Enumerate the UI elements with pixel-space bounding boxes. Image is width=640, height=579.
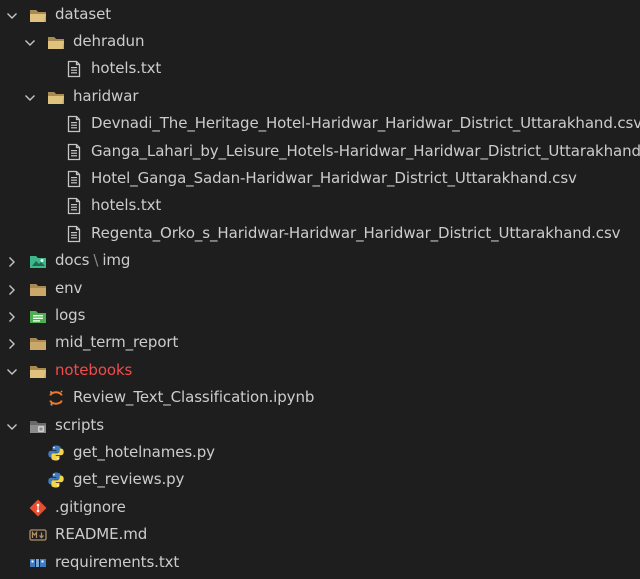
tree-folder-row[interactable]: haridwar bbox=[0, 83, 640, 110]
tree-item-label: Ganga_Lahari_by_Leisure_Hotels-Haridwar_… bbox=[91, 141, 640, 162]
tree-file-row[interactable]: hotels.txt bbox=[0, 55, 640, 82]
tree-folder-row[interactable]: dataset bbox=[0, 1, 640, 28]
tree-item-name: dataset bbox=[55, 4, 112, 23]
tree-file-row[interactable]: .gitignore bbox=[0, 494, 640, 521]
git-icon bbox=[29, 499, 47, 517]
tree-item-label: Regenta_Orko_s_Haridwar-Haridwar_Haridwa… bbox=[91, 223, 621, 244]
tree-folder-row[interactable]: env bbox=[0, 275, 640, 302]
tree-folder-row[interactable]: notebooks bbox=[0, 357, 640, 384]
tree-item-name: get_reviews.py bbox=[73, 470, 185, 489]
tree-item-name: get_hotelnames.py bbox=[73, 442, 215, 461]
tree-item-name-suffix: img bbox=[102, 251, 131, 270]
text-file-icon bbox=[65, 225, 83, 243]
folder-open-icon bbox=[29, 6, 47, 24]
folder-icon bbox=[29, 280, 47, 298]
folder-open-icon bbox=[47, 33, 65, 51]
text-file-icon bbox=[65, 115, 83, 133]
tree-folder-row[interactable]: scripts bbox=[0, 412, 640, 439]
tree-item-label: notebooks bbox=[55, 360, 132, 381]
tree-item-label: .gitignore bbox=[55, 497, 126, 518]
tree-item-name: scripts bbox=[55, 415, 104, 434]
tree-item-name: .gitignore bbox=[55, 497, 126, 516]
tree-item-name: hotels.txt bbox=[91, 196, 162, 215]
tree-item-name: README.md bbox=[55, 525, 148, 544]
tree-file-row[interactable]: README.md bbox=[0, 521, 640, 548]
folder-open-icon bbox=[47, 88, 65, 106]
jupyter-notebook-icon bbox=[47, 389, 65, 407]
tree-item-name: Regenta_Orko_s_Haridwar-Haridwar_Haridwa… bbox=[91, 223, 621, 242]
tree-item-name: Devnadi_The_Heritage_Hotel-Haridwar_Hari… bbox=[91, 114, 640, 133]
tree-file-row[interactable]: Regenta_Orko_s_Haridwar-Haridwar_Haridwa… bbox=[0, 220, 640, 247]
tree-item-label: mid_term_report bbox=[55, 332, 178, 353]
python-file-icon bbox=[47, 471, 65, 489]
chevron-right-icon[interactable] bbox=[6, 254, 18, 268]
markdown-icon bbox=[29, 526, 47, 544]
tree-item-name: Hotel_Ganga_Sadan-Haridwar_Haridwar_Dist… bbox=[91, 168, 577, 187]
tree-item-label: env bbox=[55, 278, 82, 299]
tree-item-label: docs \ img bbox=[55, 250, 130, 271]
tree-folder-row[interactable]: docs \ img bbox=[0, 247, 640, 274]
chevron-down-icon[interactable] bbox=[24, 35, 36, 47]
tree-file-row[interactable]: hotels.txt bbox=[0, 192, 640, 219]
text-file-icon bbox=[65, 197, 83, 215]
chevron-right-icon[interactable] bbox=[6, 336, 18, 350]
tree-item-name: mid_term_report bbox=[55, 333, 179, 352]
chevron-right-icon[interactable] bbox=[6, 282, 18, 295]
scripts-folder-icon bbox=[29, 417, 47, 435]
tree-item-label: dehradun bbox=[73, 31, 144, 52]
chevron-down-icon[interactable] bbox=[24, 90, 36, 102]
tree-item-name: hotels.txt bbox=[91, 59, 162, 78]
tree-item-label: Hotel_Ganga_Sadan-Haridwar_Haridwar_Dist… bbox=[91, 168, 577, 189]
path-separator: \ bbox=[93, 251, 99, 270]
text-file-icon bbox=[65, 170, 83, 188]
tree-file-row[interactable]: requirements.txt bbox=[0, 549, 640, 576]
tree-item-name: Ganga_Lahari_by_Leisure_Hotels-Haridwar_… bbox=[91, 141, 640, 160]
chevron-down-icon[interactable] bbox=[6, 419, 18, 431]
tree-item-label: hotels.txt bbox=[91, 195, 161, 216]
tree-item-label: README.md bbox=[55, 524, 147, 545]
tree-item-label: requirements.txt bbox=[55, 552, 179, 573]
python-file-icon bbox=[47, 444, 65, 462]
tree-item-name: requirements.txt bbox=[55, 552, 180, 571]
tree-item-name: logs bbox=[55, 305, 86, 324]
tree-folder-row[interactable]: dehradun bbox=[0, 28, 640, 55]
tree-item-label: scripts bbox=[55, 415, 104, 436]
tree-file-row[interactable]: Ganga_Lahari_by_Leisure_Hotels-Haridwar_… bbox=[0, 138, 640, 165]
tree-item-name: Review_Text_Classification.ipynb bbox=[73, 388, 315, 407]
chevron-down-icon[interactable] bbox=[6, 8, 18, 20]
tree-item-name: haridwar bbox=[73, 86, 139, 105]
chevron-down-icon[interactable] bbox=[6, 364, 18, 376]
tree-item-label: get_hotelnames.py bbox=[73, 442, 215, 463]
text-file-icon bbox=[65, 143, 83, 161]
tree-file-row[interactable]: Hotel_Ganga_Sadan-Haridwar_Haridwar_Dist… bbox=[0, 165, 640, 192]
tree-item-name: dehradun bbox=[73, 31, 145, 50]
chevron-right-icon[interactable] bbox=[6, 309, 18, 322]
tree-file-row[interactable]: Devnadi_The_Heritage_Hotel-Haridwar_Hari… bbox=[0, 110, 640, 137]
tree-item-label: logs bbox=[55, 305, 85, 326]
text-file-icon bbox=[65, 60, 83, 78]
tree-item-name: notebooks bbox=[55, 360, 133, 379]
pip-requirements-icon bbox=[29, 554, 47, 572]
tree-item-label: Review_Text_Classification.ipynb bbox=[73, 387, 314, 408]
folder-open-icon bbox=[29, 362, 47, 380]
tree-folder-row[interactable]: logs bbox=[0, 302, 640, 329]
tree-item-label: get_reviews.py bbox=[73, 469, 184, 490]
tree-file-row[interactable]: get_reviews.py bbox=[0, 466, 640, 493]
tree-item-label: hotels.txt bbox=[91, 58, 161, 79]
tree-file-row[interactable]: get_hotelnames.py bbox=[0, 439, 640, 466]
images-folder-icon bbox=[29, 252, 47, 270]
tree-item-name: docs bbox=[55, 251, 90, 270]
logs-folder-icon bbox=[29, 307, 47, 325]
folder-icon bbox=[29, 334, 47, 352]
tree-item-label: dataset bbox=[55, 4, 111, 25]
tree-file-row[interactable]: Review_Text_Classification.ipynb bbox=[0, 384, 640, 411]
tree-item-name: env bbox=[55, 278, 83, 297]
tree-item-label: haridwar bbox=[73, 86, 138, 107]
tree-folder-row[interactable]: mid_term_report bbox=[0, 329, 640, 356]
tree-item-label: Devnadi_The_Heritage_Hotel-Haridwar_Hari… bbox=[91, 113, 640, 134]
